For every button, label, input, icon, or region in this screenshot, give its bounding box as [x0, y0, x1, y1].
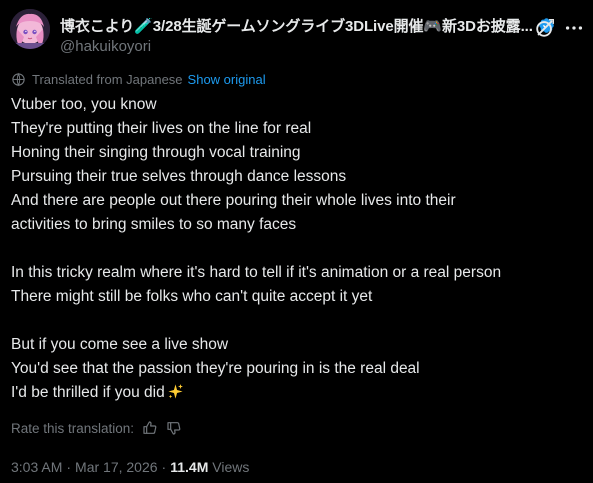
- author-handle[interactable]: @hakuikoyori: [60, 38, 151, 55]
- separator-dot: ·: [161, 459, 167, 475]
- tweet-line: They're putting their lives on the line …: [11, 120, 312, 137]
- views-label: Views: [212, 459, 250, 475]
- tweet-line-last: I'd be thrilled if you did: [11, 381, 583, 405]
- views-count: 11.4M: [170, 459, 209, 475]
- tweet-line: Vtuber too, you know: [11, 96, 157, 113]
- thumbs-down-icon[interactable]: [166, 420, 182, 436]
- tweet-line: You'd see that the passion they're pouri…: [11, 360, 420, 377]
- tweet-line: And there are people out there pouring t…: [11, 192, 456, 209]
- separator-dot: ·: [66, 459, 72, 475]
- avatar-image: [10, 9, 50, 49]
- more-icon[interactable]: [563, 17, 585, 39]
- name-row: 博衣こより🧪3/28生誕ゲームソングライブ3DLive開催🎮新3Dお披露...: [60, 14, 555, 36]
- grok-icon[interactable]: [534, 17, 556, 39]
- rate-translation: Rate this translation:: [11, 420, 182, 436]
- translate-icon: [12, 72, 25, 87]
- tweet-line: There might still be folks who can't qui…: [11, 288, 373, 305]
- translation-notice: Translated from Japanese Show original: [11, 72, 266, 87]
- tweet-line: In this tricky realm where it's hard to …: [11, 264, 502, 281]
- tweet-line: [11, 237, 583, 261]
- tweet-header: 博衣こより🧪3/28生誕ゲームソングライブ3DLive開催🎮新3Dお披露... …: [10, 9, 583, 57]
- show-original-link[interactable]: Show original: [188, 72, 266, 87]
- tweet-line: Honing their singing through vocal train…: [11, 144, 301, 161]
- tweet-text: Vtuber too, you know They're putting the…: [11, 93, 583, 405]
- tweet-date[interactable]: Mar 17, 2026: [75, 459, 158, 475]
- tweet-line: But if you come see a live show: [11, 336, 229, 353]
- sparkles-icon: [168, 384, 183, 399]
- tweet-time[interactable]: 3:03 AM: [11, 459, 62, 475]
- translated-label: Translated from Japanese: [32, 72, 183, 87]
- tweet-line: Pursuing their true selves through dance…: [11, 168, 347, 185]
- tweet-line-text: I'd be thrilled if you did: [11, 384, 165, 401]
- tweet-line: [11, 309, 583, 333]
- tweet-line: activities to bring smiles to so many fa…: [11, 216, 297, 233]
- tweet-metadata: 3:03 AM · Mar 17, 2026 · 11.4M Views: [11, 459, 249, 475]
- avatar[interactable]: [10, 9, 50, 49]
- thumbs-up-icon[interactable]: [142, 420, 158, 436]
- rate-label: Rate this translation:: [11, 420, 135, 436]
- display-name[interactable]: 博衣こより🧪3/28生誕ゲームソングライブ3DLive開催🎮新3Dお披露...: [60, 15, 533, 36]
